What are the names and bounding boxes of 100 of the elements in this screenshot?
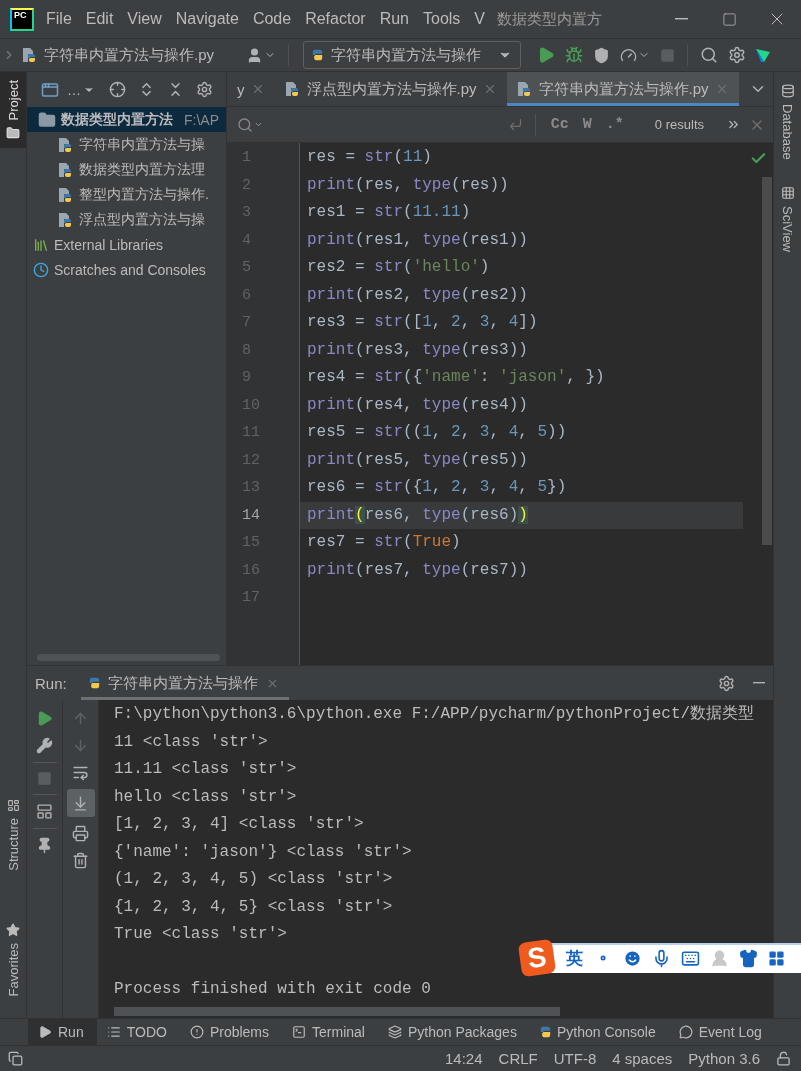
tool-window-button[interactable]: Favorites — [0, 914, 26, 1004]
menu-item[interactable]: Code — [252, 10, 292, 28]
status-item[interactable]: 14:24 — [445, 1050, 483, 1067]
code-line: print(res4, type(res4)) — [306, 394, 529, 416]
up-arrow-icon — [72, 710, 89, 727]
menu-item[interactable]: View — [127, 10, 162, 28]
run-tab[interactable]: 字符串内置方法与操作 — [80, 666, 289, 700]
output-line: F:\python\python3.6\python.exe F:/APP/pycharm/pythonProject/数据类型 — [114, 704, 755, 725]
toolbox-logo-icon[interactable] — [754, 46, 772, 64]
python-file-icon — [22, 47, 38, 63]
editor-tab[interactable]: y — [227, 72, 275, 106]
menu-item[interactable]: V — [474, 10, 485, 28]
tree-item[interactable]: 数据类型内置方法理 — [27, 157, 226, 182]
tree-item[interactable]: External Libraries — [27, 232, 226, 257]
microphone-icon[interactable] — [652, 948, 671, 968]
caret-icon — [254, 120, 263, 129]
tree-item[interactable]: Scratches and Consoles — [27, 257, 226, 282]
list-icon — [106, 1025, 121, 1039]
menu-item[interactable]: Run — [379, 10, 409, 28]
tool-window-tab[interactable]: Terminal — [282, 1019, 378, 1045]
tool-window-tab[interactable]: TODO — [96, 1019, 180, 1045]
minimize-icon — [674, 18, 688, 20]
panel-toggle-icon[interactable] — [8, 1051, 23, 1066]
breadcrumb[interactable]: 字符串内置方法与操作.py — [44, 45, 214, 65]
tool-window-label: Favorites — [5, 942, 21, 996]
tool-window-button[interactable]: Structure — [0, 790, 26, 879]
grid-icon[interactable] — [768, 949, 785, 967]
run-configuration-dropdown[interactable]: 字符串内置方法与操作 — [303, 41, 521, 69]
play-icon — [38, 1025, 52, 1039]
bug-icon — [565, 46, 583, 64]
view-selector[interactable]: … — [67, 81, 95, 98]
menu-item[interactable]: File — [46, 10, 72, 28]
trash-icon — [72, 852, 89, 869]
search-icon — [237, 116, 253, 133]
pin-icon — [36, 837, 53, 854]
wrench-icon — [36, 737, 53, 754]
grid-icon — [780, 185, 795, 200]
database-icon — [780, 84, 795, 98]
tree-item-label: 数据类型内置方法 — [61, 110, 173, 129]
code-line: print(res7, type(res7)) — [306, 559, 529, 581]
tool-window-button[interactable]: Project — [0, 72, 26, 149]
tool-window-tab[interactable]: Python Console — [529, 1019, 669, 1045]
lock-icon[interactable] — [776, 1051, 791, 1066]
menu-item[interactable]: Refactor — [305, 10, 366, 28]
python-file-icon — [58, 211, 74, 228]
gauge-icon — [620, 46, 637, 64]
find-option[interactable]: .* — [602, 116, 627, 133]
find-option[interactable]: Cc — [547, 116, 572, 133]
keyboard-icon[interactable] — [681, 948, 700, 968]
find-option[interactable]: W — [579, 116, 595, 133]
print-button[interactable] — [70, 823, 91, 844]
scrollbar[interactable] — [762, 177, 772, 545]
code-line: res2 = str('hello') — [306, 257, 491, 278]
menu-item[interactable]: Navigate — [175, 10, 239, 28]
tool-window-label: Structure — [5, 817, 21, 871]
tool-window-label: SciView — [780, 205, 795, 252]
tree-item[interactable]: 字符串内置方法与操 — [27, 132, 226, 157]
folder-path: F:\AP — [184, 111, 219, 128]
locate-button[interactable] — [107, 79, 128, 100]
tree-item-label: Scratches and Consoles — [54, 261, 206, 278]
status-item[interactable]: Python 3.6 — [688, 1050, 760, 1067]
code-line: print(res3, type(res3)) — [306, 339, 529, 361]
status-item[interactable]: 4 spaces — [612, 1050, 673, 1067]
layers-icon — [387, 1025, 402, 1039]
structure-icon — [6, 798, 20, 812]
editor-tab[interactable]: 浮点型内置方法与操作.py — [274, 72, 507, 106]
output-line: hello <class 'str'> — [114, 786, 297, 808]
wrench-button[interactable] — [34, 735, 55, 756]
play-icon — [537, 46, 555, 64]
output-line: Process finished with exit code 0 — [114, 979, 431, 1000]
scrollbar[interactable] — [114, 1007, 560, 1016]
tree-item[interactable]: 浮点型内置方法与操 — [27, 207, 226, 232]
layout-button[interactable] — [34, 801, 55, 822]
settings-icon — [728, 46, 746, 64]
search-icon — [700, 46, 718, 64]
menu-item[interactable]: Tools — [423, 10, 461, 28]
tool-window-tab[interactable]: Python Packages — [377, 1019, 530, 1045]
input-mode[interactable]: 英 — [566, 946, 583, 970]
tree-item[interactable]: 整型内置方法与操作. — [27, 182, 226, 207]
output-line: [1, 2, 3, 4] <class 'str'> — [114, 814, 364, 835]
shirt-icon[interactable] — [739, 948, 758, 968]
app-logo: PC — [10, 7, 34, 31]
python-file-icon — [58, 186, 74, 203]
status-item[interactable]: CRLF — [498, 1050, 538, 1067]
scroll-to-end-button[interactable] — [66, 789, 95, 817]
terminal-icon — [292, 1025, 307, 1039]
menu-item[interactable]: Edit — [85, 10, 114, 28]
python-file-icon — [58, 161, 74, 178]
tool-window-tab[interactable]: Run — [28, 1019, 97, 1045]
tool-window-tab[interactable]: Problems — [179, 1019, 283, 1045]
tree-item[interactable]: 数据类型内置方法 F:\AP — [27, 107, 226, 132]
editor-tab[interactable]: 字符串内置方法与操作.py — [506, 72, 739, 106]
status-item[interactable]: UTF-8 — [553, 1050, 597, 1067]
tool-window-button[interactable]: Database — [774, 76, 801, 168]
code-line: res6 = str({1, 2, 3, 4, 5}) — [306, 477, 568, 498]
results-count: 0 results — [654, 117, 704, 132]
tool-window-button[interactable]: SciView — [774, 177, 801, 260]
stop-icon — [37, 771, 52, 786]
tree-item-label: 数据类型内置方法理 — [79, 160, 205, 179]
tool-window-tab[interactable]: Event Log — [668, 1019, 775, 1045]
